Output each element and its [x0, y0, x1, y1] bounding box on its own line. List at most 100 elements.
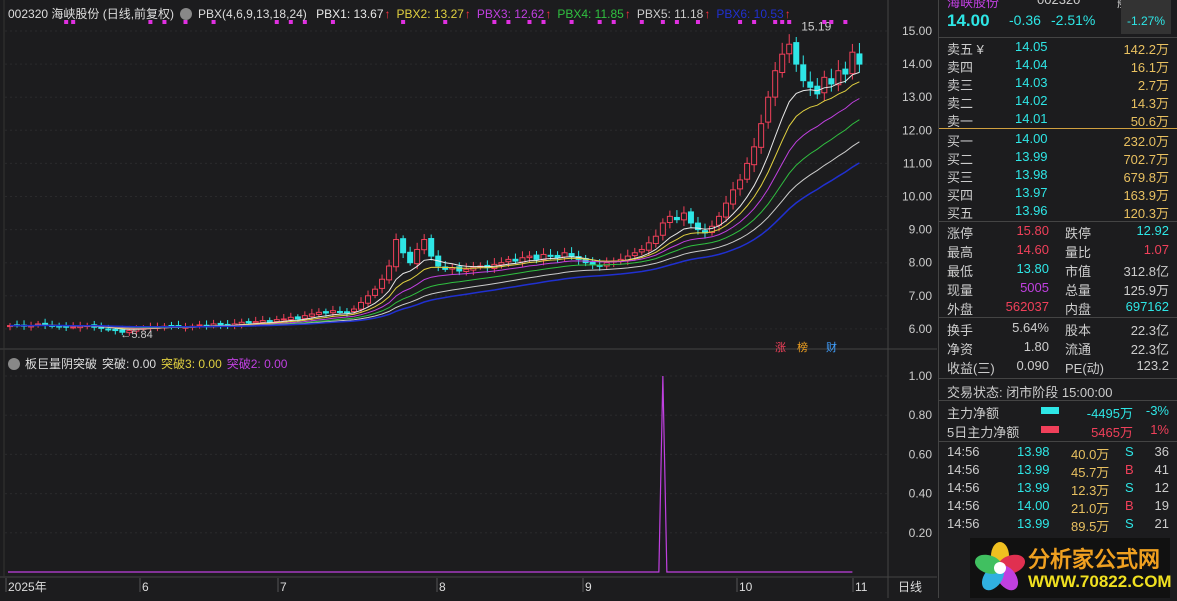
y-tick-label: 15.00 — [902, 24, 932, 38]
cell: 14.01 — [1015, 111, 1048, 126]
cell: 679.8万 — [1123, 170, 1169, 185]
candle-body — [498, 262, 505, 266]
ask-row: 卖五 ¥ 14.05 142.2万 — [947, 39, 1169, 57]
cell: 002320 — [1037, 0, 1080, 7]
candle-body — [315, 311, 322, 315]
cell: 41 — [1154, 462, 1169, 477]
candle-body — [687, 211, 694, 224]
indicator-name[interactable]: PBX(4,6,9,13,18,24) — [198, 7, 307, 21]
y-tick-label: 7.00 — [909, 289, 933, 303]
candle-body — [849, 51, 856, 75]
cell: 16.1万 — [1130, 60, 1169, 75]
candle — [393, 233, 400, 272]
cell: 5005 — [1020, 280, 1049, 295]
cell: 14:56 — [947, 480, 980, 495]
candle-body — [400, 238, 407, 254]
cell: 21 — [1154, 516, 1169, 531]
divider — [939, 378, 1177, 379]
collapse-icon[interactable] — [180, 8, 193, 20]
lower-y-tick-label: 0.20 — [909, 526, 933, 540]
ask-row: 卖四 14.04 16.1万 — [947, 57, 1169, 75]
cell: 总量 — [1065, 283, 1092, 298]
candle-body — [365, 295, 372, 304]
y-tick-label: 14.00 — [902, 57, 932, 71]
cell: 卖四 — [947, 60, 974, 75]
candle-body — [350, 308, 357, 313]
cell: 买一 — [947, 134, 974, 149]
pbx1-value: PBX1: 13.67↑ — [316, 7, 390, 21]
candle-body — [252, 321, 259, 324]
cell: 14:56 — [947, 498, 980, 513]
x-tick-label: 7 — [280, 580, 287, 594]
cell: B — [1125, 462, 1134, 477]
chart-header: 002320 海峡股份 (日线,前复权) PBX(4,6,9,13,18,24) … — [8, 5, 803, 22]
stat-row: 净资 1.80 流通 22.3亿 — [947, 339, 1169, 357]
candle-body — [856, 53, 863, 65]
candle-body — [631, 252, 638, 257]
cell: 5.64% — [1012, 320, 1049, 335]
cell: 163.9万 — [1123, 188, 1169, 203]
candle-body — [723, 202, 730, 218]
cell: 232.0万 — [1123, 134, 1169, 149]
pbx5-value: PBX5: 11.18↑ — [637, 7, 711, 21]
flower-icon — [974, 542, 1026, 591]
candle-body — [266, 320, 273, 323]
cell: 买二 — [947, 152, 974, 167]
candle-body — [372, 288, 379, 296]
stat-row: 最低 13.80 市值 312.8亿 — [947, 261, 1169, 279]
collapse-icon[interactable] — [8, 358, 20, 370]
candle-body — [217, 322, 224, 326]
bid-row: 买三 13.98 679.8万 — [947, 167, 1169, 185]
candle-body — [238, 321, 245, 325]
divider — [939, 37, 1177, 38]
candle-body — [196, 324, 203, 327]
watermark-logo: 分析家公式网 WWW.70822.COM — [970, 538, 1172, 598]
lower-y-tick-label: 0.60 — [909, 447, 933, 461]
stat-row: 换手 5.64% 股本 22.3亿 — [947, 320, 1169, 338]
candle-body — [793, 42, 800, 65]
kline-chart[interactable]: 15.00 14.00 13.00 12.00 11.00 10.00 9.00 8.00 7.… — [0, 0, 937, 598]
y-tick-label: 10.00 — [902, 190, 932, 204]
candle-body — [680, 212, 687, 221]
cell: 买三 — [947, 170, 974, 185]
cell: 562037 — [1005, 299, 1049, 314]
trade-tick-row: 14:56 13.99 89.5万 S 21 — [947, 516, 1169, 534]
pbx6-value: PBX6: 10.53↑ — [716, 7, 790, 21]
candle-body — [343, 311, 350, 314]
cell: 收益(三) — [947, 361, 995, 376]
divider — [939, 221, 1177, 222]
candle-body — [828, 78, 835, 85]
cell: 最高 — [947, 245, 974, 260]
cell: 0.090 — [1016, 358, 1049, 373]
divider — [939, 400, 1177, 401]
cell: 内盘 — [1065, 302, 1092, 317]
stock-title: 002320 海峡股份 (日线,前复权) — [8, 7, 175, 21]
ask-row: 卖二 14.02 14.3万 — [947, 93, 1169, 111]
candle-body — [407, 251, 414, 264]
candle-body — [554, 254, 561, 259]
status-row: 交易状态: 闭市阶段 15:00:00 — [947, 382, 1169, 400]
candle-body — [336, 310, 343, 313]
candle-body — [561, 252, 568, 258]
cell: 13.98 — [1015, 167, 1048, 182]
high-price-label: 15.19 — [801, 20, 831, 34]
divider — [939, 128, 1177, 129]
cell: 净资 — [947, 342, 974, 357]
cell: 12 — [1154, 480, 1169, 495]
cell: 125.9万 — [1123, 283, 1169, 298]
pbx3-value: PBX3: 12.62↑ — [477, 7, 551, 21]
candle-body — [547, 254, 554, 257]
sector-change[interactable]: -1.27% — [1121, 0, 1171, 34]
candle-body — [280, 318, 287, 321]
candle-body — [358, 301, 364, 310]
cell: 1.80 — [1023, 339, 1049, 354]
cell: 13.99 — [1015, 149, 1048, 164]
candle-body — [329, 310, 336, 314]
candle-body — [421, 239, 428, 251]
indicator-name[interactable]: 板巨量阴突破 — [25, 357, 97, 371]
cell: 卖五 ¥ — [947, 42, 984, 57]
candle-body — [758, 123, 765, 148]
cell: 22.3亿 — [1130, 323, 1169, 338]
trade-tick-row: 14:56 13.99 45.7万 B 41 — [947, 462, 1169, 480]
cell: 买四 — [947, 188, 974, 203]
